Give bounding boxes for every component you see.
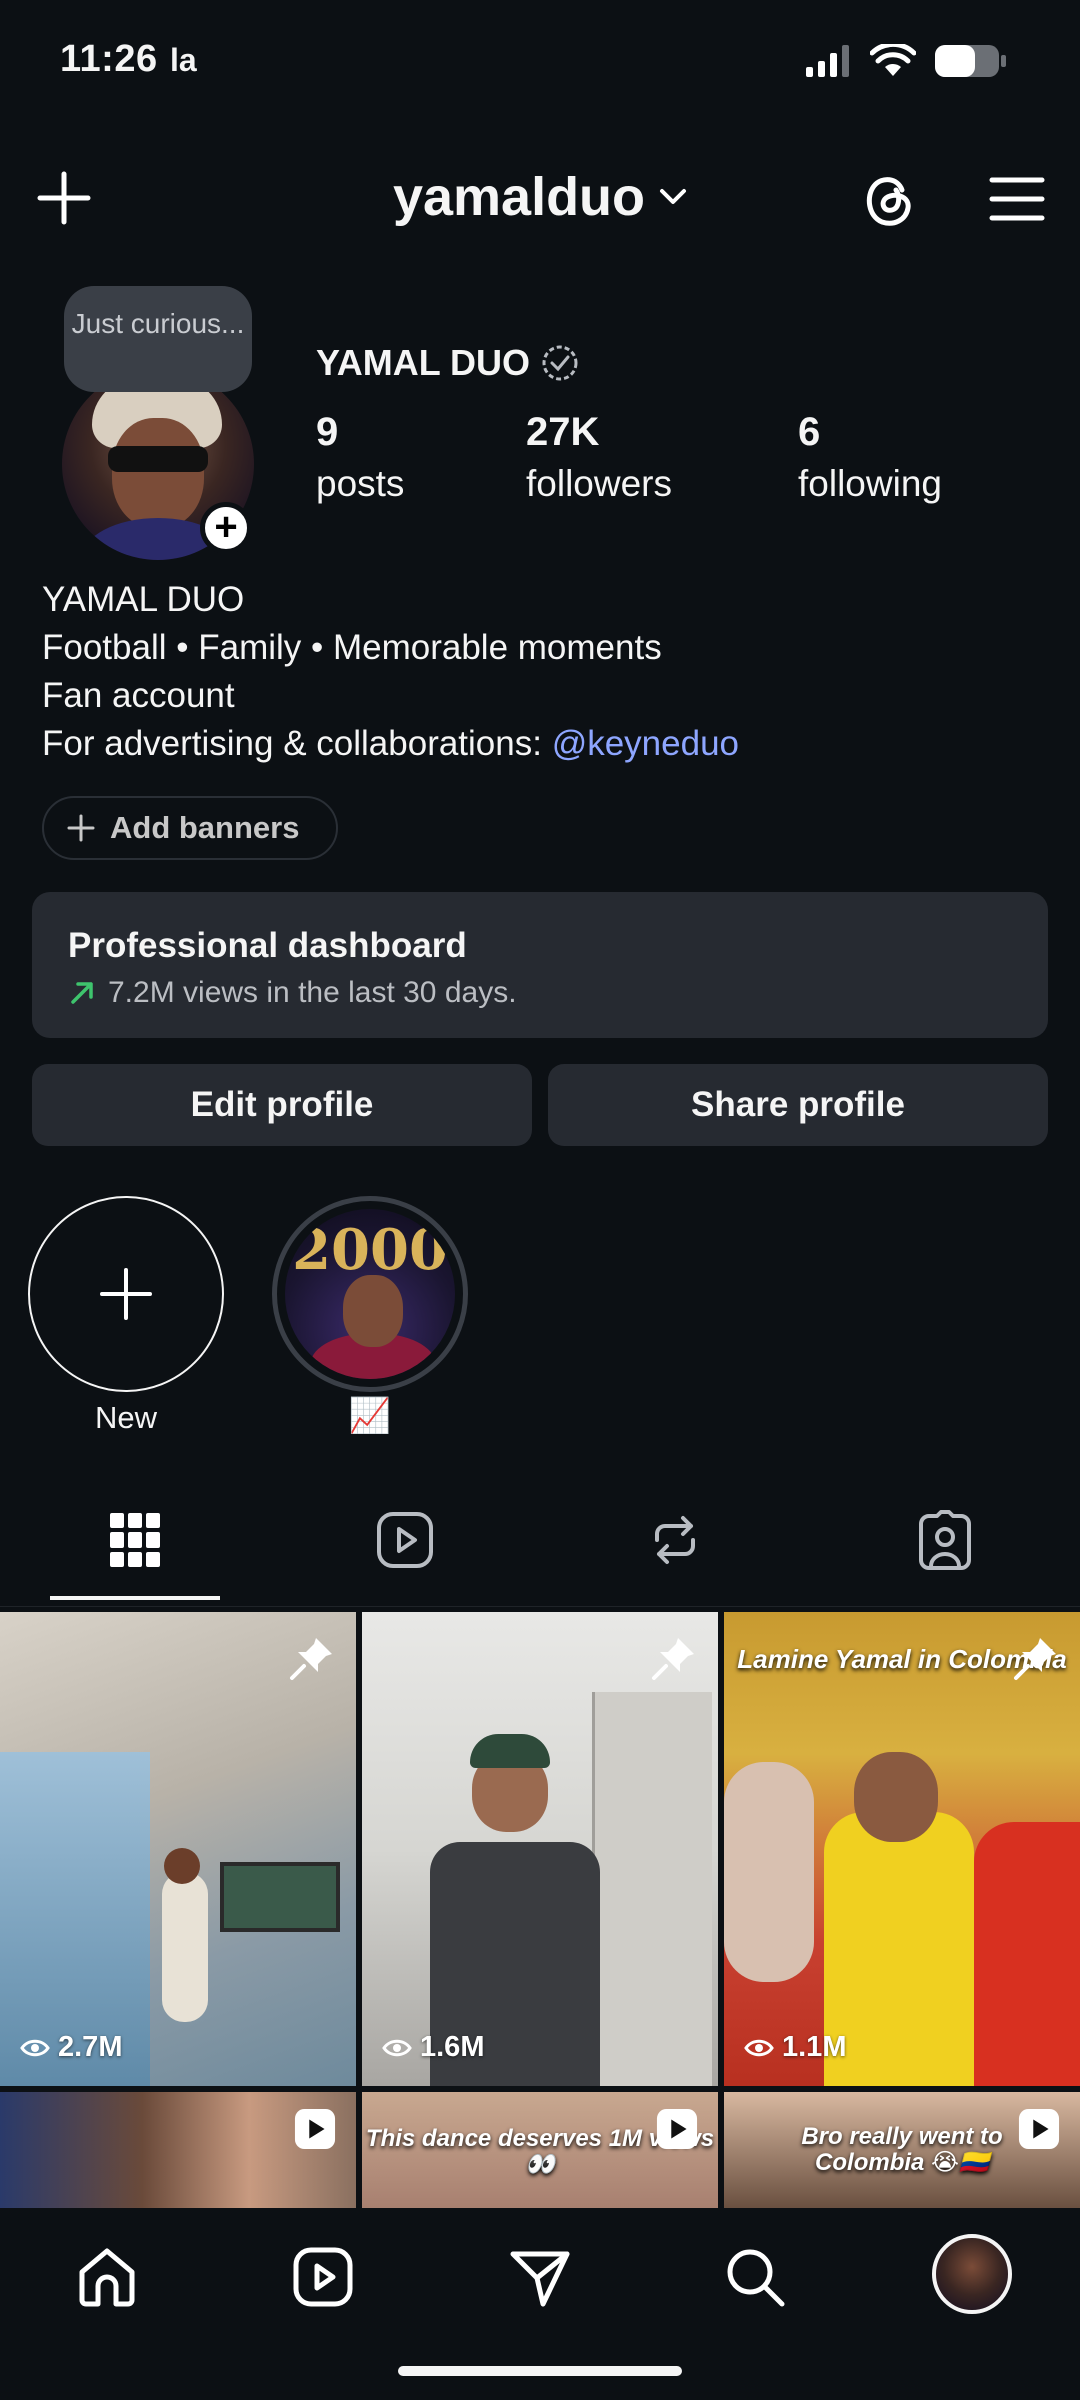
search-icon — [727, 2249, 785, 2307]
stat-value: 9 — [316, 410, 339, 454]
nav-reels[interactable] — [288, 2242, 358, 2312]
highlight-item[interactable]: 2000 — [272, 1196, 468, 1392]
stat-label: posts — [316, 463, 405, 504]
stat-following[interactable]: 6 following — [798, 410, 942, 505]
verified-badge-icon — [542, 345, 578, 381]
stat-label: followers — [526, 463, 672, 504]
post-tile[interactable]: This dance deserves 1M views 👀 — [362, 2092, 718, 2208]
repost-icon — [655, 1516, 695, 1564]
grid-icon — [110, 1513, 160, 1567]
dashboard-title: Professional dashboard — [68, 926, 467, 965]
highlight-cover-text: 2000 — [292, 1217, 448, 1283]
header-username: yamalduo — [392, 167, 646, 227]
mention-link[interactable]: @keyneduo — [552, 724, 739, 763]
tab-tagged[interactable] — [913, 1508, 977, 1572]
status-icons — [806, 44, 1008, 78]
threads-button[interactable] — [858, 168, 920, 230]
plus-icon — [67, 814, 95, 842]
nav-home[interactable] — [72, 2242, 142, 2312]
tab-reposts[interactable] — [643, 1508, 707, 1572]
bio-line: Football • Family • Memorable moments — [42, 628, 662, 667]
menu-button[interactable] — [988, 170, 1046, 228]
view-count-value: 1.6M — [420, 2031, 485, 2063]
active-tab-indicator — [50, 1596, 220, 1600]
bio-text: For advertising & collaborations: — [42, 724, 552, 763]
bio-line: YAMAL DUO — [42, 580, 245, 619]
stat-followers[interactable]: 27K followers — [526, 410, 672, 505]
tagged-person-icon — [919, 1510, 971, 1570]
display-name: YAMAL DUO — [316, 342, 531, 383]
dashboard-views: 7.2M views in the last 30 days. — [108, 976, 517, 1009]
nav-messages[interactable] — [505, 2242, 575, 2312]
pin-icon — [652, 1638, 694, 1680]
post-tile[interactable]: Lamine Yamal in Colombia 1.1M — [724, 1612, 1080, 2086]
share-profile-button[interactable]: Share profile — [548, 1064, 1048, 1146]
professional-dashboard[interactable]: Professional dashboard 7.2M views in the… — [32, 892, 1048, 1038]
highlight-label: 📈 — [348, 1397, 392, 1435]
eye-icon — [382, 2039, 412, 2056]
trend-up-arrow-icon — [71, 982, 93, 1004]
reels-icon — [377, 1512, 433, 1568]
bio: YAMAL DUO Football • Family • Memorable … — [42, 576, 739, 768]
nav-profile-avatar[interactable] — [932, 2234, 1012, 2314]
battery-icon — [935, 45, 1006, 77]
home-indicator — [398, 2366, 682, 2376]
edit-profile-button[interactable]: Edit profile — [32, 1064, 532, 1146]
post-tile[interactable] — [0, 2092, 356, 2208]
post-tile[interactable]: 1.6M — [362, 1612, 718, 2086]
status-time: 11:26 — [60, 38, 158, 80]
reels-icon — [293, 2247, 353, 2307]
signal-icon — [806, 45, 849, 77]
bio-line: Fan account — [42, 676, 235, 715]
home-icon — [79, 2248, 135, 2307]
hamburger-menu-icon — [989, 177, 1045, 221]
add-banners-button[interactable]: Add banners — [42, 796, 338, 860]
view-count-value: 2.7M — [58, 2031, 123, 2063]
add-story-button[interactable]: + — [200, 502, 252, 554]
threads-icon — [866, 177, 911, 226]
reel-icon — [1018, 2108, 1060, 2150]
post-tile[interactable]: 2.7M — [0, 1612, 356, 2086]
view-count: 2.7M — [20, 2031, 122, 2064]
reel-icon — [656, 2108, 698, 2150]
nav-search[interactable] — [720, 2242, 790, 2312]
view-count: 1.6M — [382, 2031, 484, 2064]
eye-icon — [20, 2039, 50, 2056]
reel-icon — [294, 2108, 336, 2150]
send-icon — [510, 2251, 570, 2307]
wifi-icon — [870, 44, 916, 76]
stat-value: 27K — [526, 410, 600, 454]
post-tile[interactable]: Bro really went to Colombia 😭🇨🇴 — [724, 2092, 1080, 2208]
stat-posts[interactable]: 9 posts — [316, 410, 404, 505]
bio-line: For advertising & collaborations: @keyne… — [42, 720, 739, 768]
new-highlight-button[interactable] — [28, 1196, 224, 1392]
stat-label: following — [798, 463, 942, 504]
status-carrier: la — [170, 42, 197, 78]
highlight-label: New — [94, 1400, 157, 1435]
stat-value: 6 — [798, 410, 821, 454]
plus-icon — [100, 1268, 152, 1320]
pin-icon — [1014, 1638, 1056, 1680]
pin-icon — [290, 1638, 332, 1680]
view-count: 1.1M — [744, 2031, 846, 2064]
view-count-value: 1.1M — [782, 2031, 847, 2063]
tab-grid[interactable] — [103, 1508, 167, 1572]
note-bubble[interactable]: Just curious... — [64, 286, 252, 392]
profile-name: YAMAL DUO — [316, 342, 580, 384]
tab-reels[interactable] — [373, 1508, 437, 1572]
tab-divider — [0, 1606, 1080, 1607]
eye-icon — [744, 2039, 774, 2056]
chevron-down-icon — [660, 189, 687, 204]
dashboard-subtitle: 7.2M views in the last 30 days. — [68, 976, 1048, 1010]
add-banners-label: Add banners — [110, 810, 300, 845]
